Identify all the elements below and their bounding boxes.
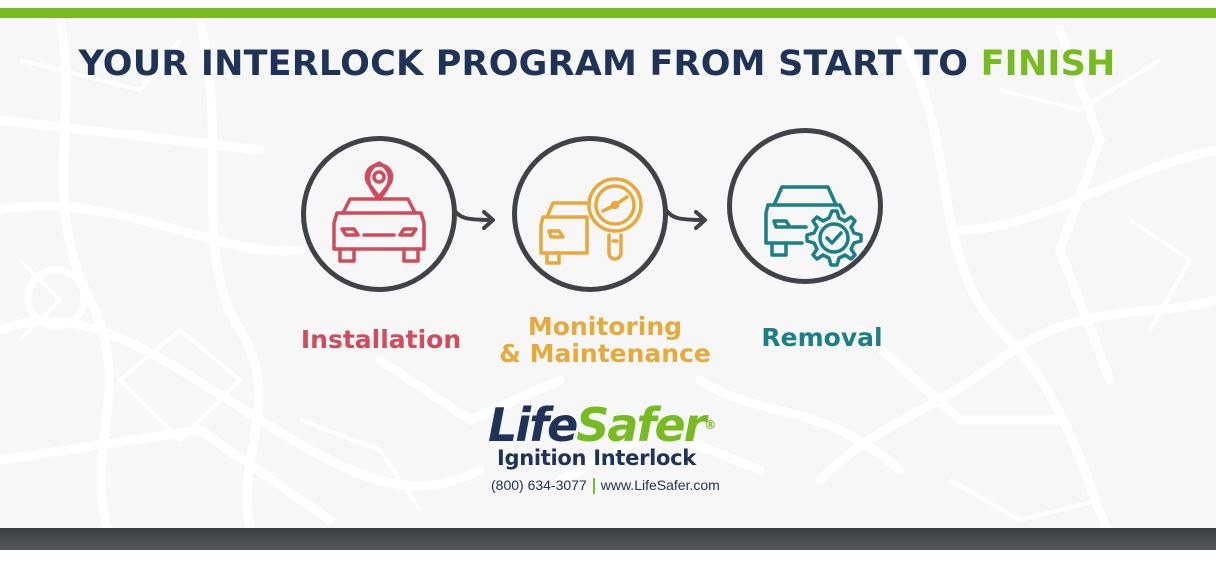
arrow-right-icon: [452, 208, 495, 230]
page-title: YOUR INTERLOCK PROGRAM FROM START TO FIN…: [0, 44, 1194, 84]
top-margin: [0, 0, 1216, 8]
installation-label: Installation: [300, 325, 462, 354]
monitoring-label: Monitoring & Maintenance: [492, 313, 718, 367]
logo-tagline: Ignition Interlock: [497, 446, 696, 470]
car-gear-check-icon: [764, 185, 863, 267]
logo-contact: (800) 634-3077 www.LifeSafer.com: [491, 477, 720, 495]
monitoring-label-line1: Monitoring: [527, 312, 683, 341]
top-accent-bar: [0, 8, 1216, 18]
registered-mark: ®: [704, 418, 716, 432]
car-magnifier-gauge-icon: [539, 177, 643, 265]
page-title-accent: FINISH: [980, 44, 1116, 84]
installation-step-circle: [301, 136, 457, 292]
logo-wordmark-life: Life: [488, 398, 578, 452]
footer-bar: [0, 528, 1216, 550]
bottom-margin: [0, 550, 1216, 561]
removal-label: Removal: [761, 323, 883, 352]
logo-wordmark: LifeSafer®: [488, 400, 728, 450]
monitoring-label-line2: & Maintenance: [499, 339, 711, 368]
contact-divider: [592, 478, 595, 495]
phone-number: (800) 634-3077: [491, 477, 587, 493]
logo-wordmark-safer: Safer: [576, 398, 706, 452]
removal-step-circle: [727, 128, 883, 284]
monitoring-step-circle: [512, 136, 668, 292]
infographic-page: YOUR INTERLOCK PROGRAM FROM START TO FIN…: [0, 0, 1216, 561]
arrow-right-icon: [664, 208, 707, 230]
website-link[interactable]: www.LifeSafer.com: [601, 477, 720, 493]
page-title-prefix: YOUR INTERLOCK PROGRAM FROM START TO: [78, 44, 981, 84]
car-location-pin-icon: [332, 161, 426, 263]
